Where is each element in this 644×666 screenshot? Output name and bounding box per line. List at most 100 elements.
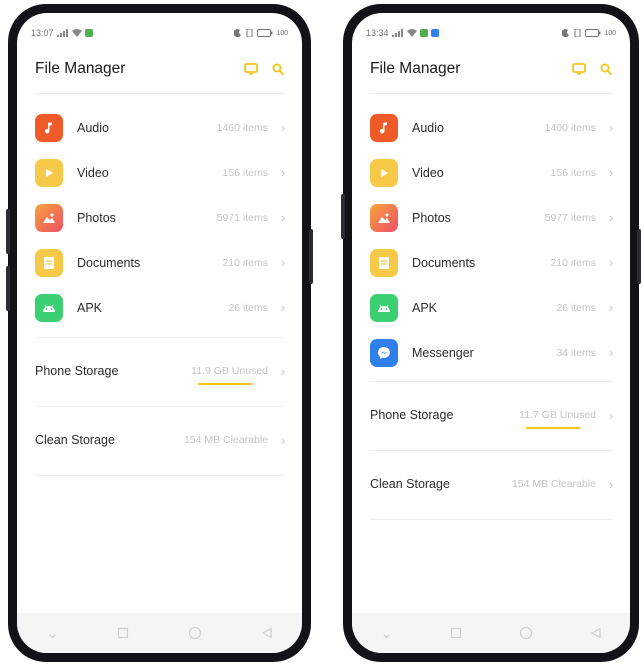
chevron-down-icon[interactable]: ⌄	[380, 624, 393, 642]
phone-storage-text: 11.7 GB Unused	[519, 409, 596, 421]
category-row-audio[interactable]: Audio 1400 items ›	[370, 105, 616, 150]
signal-icon	[56, 29, 68, 37]
device-transfer-icon[interactable]	[572, 63, 586, 75]
category-label: Video	[412, 165, 444, 180]
chevron-right-icon: ›	[608, 345, 614, 360]
category-row-photos[interactable]: Photos 5977 items ›	[370, 195, 616, 240]
image-icon	[35, 203, 63, 232]
phone-screen: 13:34 100 File Manager Audio 1400 items …	[352, 13, 630, 653]
category-label: Documents	[77, 255, 141, 270]
back-icon[interactable]	[590, 627, 602, 639]
search-icon[interactable]	[600, 63, 612, 75]
chevron-right-icon: ›	[280, 165, 286, 180]
chevron-down-icon[interactable]: ⌄	[46, 624, 59, 642]
category-row-documents[interactable]: Documents 210 items ›	[370, 240, 616, 285]
signal-icon	[391, 29, 403, 37]
status-bar: 13:07 100	[31, 27, 288, 39]
clean-storage-value: 154 MB Clearable	[511, 478, 596, 490]
category-row-apk[interactable]: APK 26 items ›	[370, 285, 616, 330]
storage-progress-bar	[526, 427, 584, 429]
phone-storage-label: Phone Storage	[35, 364, 119, 378]
status-time: 13:34	[366, 28, 389, 38]
recents-icon[interactable]	[117, 627, 129, 639]
divider	[370, 519, 612, 520]
phone-storage-row[interactable]: Phone Storage 11.9 GB Unused ›	[35, 356, 288, 386]
category-row-messenger[interactable]: Messenger 34 items ›	[370, 330, 616, 375]
phone-storage-row[interactable]: Phone Storage 11.7 GB Unused ›	[370, 400, 616, 430]
moon-icon	[562, 29, 570, 37]
category-label: Photos	[412, 210, 451, 225]
screenshot-stage: 13:07 100 File Manager Audio 1460 items …	[0, 0, 644, 666]
category-row-apk[interactable]: APK 26 items ›	[35, 285, 288, 330]
category-row-video[interactable]: Video 156 items ›	[370, 150, 616, 195]
phone-storage-value: 11.9 GB Unused	[191, 365, 268, 385]
category-label: Audio	[77, 120, 109, 135]
moon-icon	[234, 29, 242, 37]
category-count: 26 items	[556, 301, 596, 314]
category-row-video[interactable]: Video 156 items ›	[35, 150, 288, 195]
chevron-right-icon: ›	[608, 300, 614, 315]
category-list: Audio 1460 items › Video 156 items › Pho…	[35, 105, 288, 330]
category-count: 1460 items	[216, 121, 268, 134]
category-label: APK	[77, 300, 103, 315]
messenger-icon	[370, 338, 398, 367]
search-icon[interactable]	[272, 63, 284, 75]
category-count: 5971 items	[216, 211, 268, 224]
navigation-bar: ⌄	[352, 613, 630, 653]
notification-icon	[84, 29, 93, 37]
category-count: 26 items	[228, 301, 268, 314]
phone-storage-text: 11.9 GB Unused	[191, 365, 268, 377]
chevron-right-icon: ›	[608, 165, 614, 180]
back-icon[interactable]	[261, 627, 273, 639]
power-button	[637, 229, 641, 284]
home-icon[interactable]	[519, 626, 533, 640]
category-count: 156 items	[550, 166, 596, 179]
phone-storage-label: Phone Storage	[370, 408, 454, 422]
category-list: Audio 1400 items › Video 156 items › Pho…	[370, 105, 616, 375]
page-title: File Manager	[370, 60, 461, 77]
category-count: 156 items	[222, 166, 268, 179]
category-label: Video	[77, 165, 109, 180]
vibrate-icon	[246, 29, 253, 37]
clean-storage-row[interactable]: Clean Storage 154 MB Clearable ›	[370, 469, 616, 499]
phone-left: 13:07 100 File Manager Audio 1460 items …	[6, 4, 313, 662]
app-header: File Manager	[35, 55, 284, 83]
clean-storage-row[interactable]: Clean Storage 154 MB Clearable ›	[35, 425, 288, 455]
device-transfer-icon[interactable]	[244, 63, 258, 75]
recents-icon[interactable]	[450, 627, 462, 639]
category-row-documents[interactable]: Documents 210 items ›	[35, 240, 288, 285]
volume-button	[6, 266, 10, 311]
divider	[370, 381, 612, 382]
android-icon	[35, 293, 63, 322]
chevron-right-icon: ›	[608, 476, 614, 492]
category-count: 5977 items	[544, 211, 596, 224]
category-label: Messenger	[412, 345, 474, 360]
divider	[370, 93, 612, 94]
notification-icon	[430, 29, 439, 37]
chevron-right-icon: ›	[608, 120, 614, 135]
category-count: 1400 items	[544, 121, 596, 134]
wifi-icon	[71, 29, 82, 37]
android-icon	[370, 293, 398, 322]
divider	[35, 337, 284, 338]
category-row-photos[interactable]: Photos 5971 items ›	[35, 195, 288, 240]
music-note-icon	[35, 113, 63, 142]
phone-screen: 13:07 100 File Manager Audio 1460 items …	[17, 13, 302, 653]
divider	[35, 475, 284, 476]
clean-storage-label: Clean Storage	[35, 433, 115, 447]
page-title: File Manager	[35, 60, 126, 77]
chevron-right-icon: ›	[608, 407, 614, 423]
play-icon	[35, 158, 63, 187]
chevron-right-icon: ›	[280, 432, 286, 448]
status-time: 13:07	[31, 28, 54, 38]
wifi-icon	[406, 29, 417, 37]
chevron-right-icon: ›	[280, 300, 286, 315]
home-icon[interactable]	[188, 626, 202, 640]
category-row-audio[interactable]: Audio 1460 items ›	[35, 105, 288, 150]
category-label: APK	[412, 300, 438, 315]
category-label: Documents	[412, 255, 476, 270]
clean-storage-label: Clean Storage	[370, 477, 450, 491]
chevron-right-icon: ›	[280, 363, 286, 379]
power-button	[309, 229, 313, 284]
notification-icon	[419, 29, 428, 37]
